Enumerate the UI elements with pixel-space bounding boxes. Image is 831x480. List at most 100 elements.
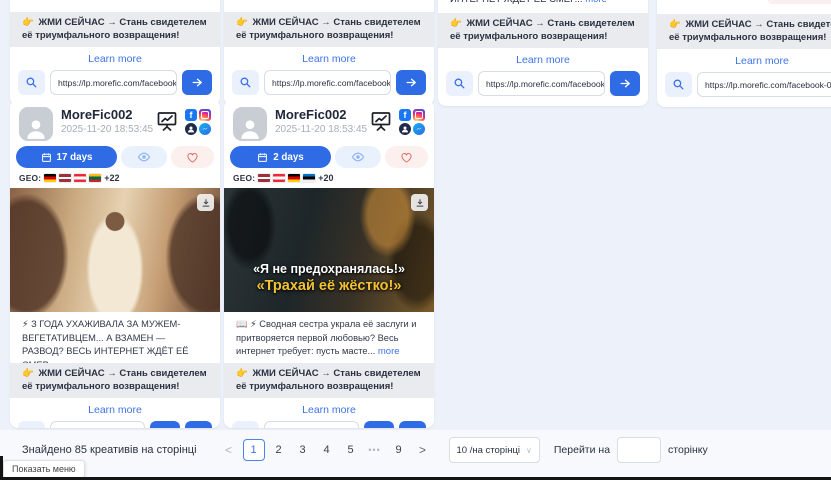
learn-more-link[interactable]: Learn more <box>438 48 648 71</box>
download-icon <box>415 198 425 208</box>
learn-more-link[interactable]: Learn more <box>224 47 434 70</box>
headline-text: ЖМИ СЕЙЧАС → Стань свидетелем её триумфа… <box>22 368 207 392</box>
landing-url-input[interactable]: https://lp.morefic.com/facebook-0iHH <box>264 421 359 428</box>
learn-more-link[interactable]: Learn more <box>224 398 434 421</box>
advertiser-name[interactable]: MoreFic002 <box>275 107 369 123</box>
url-row: https://lp.morefic.com/facebook-0iHH <box>224 421 434 428</box>
learn-more-link[interactable]: Learn more <box>10 47 220 70</box>
board-chart-icon[interactable] <box>369 109 393 133</box>
board-chart-icon[interactable] <box>155 109 179 133</box>
learn-more-link[interactable]: Learn more <box>657 49 831 72</box>
days-active-button[interactable]: 2 days <box>230 146 331 168</box>
ad-card-partial-2: 👉 ЖМИ СЕЙЧАС → Стань свидетелем её триум… <box>224 0 434 105</box>
pagination-page-1[interactable]: 1 <box>243 439 265 461</box>
flag-at-icon <box>74 174 86 182</box>
creative-image[interactable] <box>10 188 220 312</box>
search-url-button[interactable] <box>232 70 259 95</box>
url-row: https://lp.morefic.com/facebook-0iHH <box>10 421 220 428</box>
search-url-button[interactable] <box>18 421 45 428</box>
geo-row: GEO: +20 <box>233 173 425 183</box>
landing-url-input[interactable]: https://lp.morefic.com/facebook-0iHH0v02… <box>50 70 177 95</box>
download-creative-button[interactable] <box>185 421 212 428</box>
advertiser-name[interactable]: MoreFic002 <box>61 107 155 123</box>
calendar-icon <box>257 152 268 163</box>
pagination-page-4[interactable]: 4 <box>317 444 337 456</box>
page-size-value: 10 /на сторінці <box>457 445 521 456</box>
messenger-icon <box>199 123 211 135</box>
pagination-page-3[interactable]: 3 <box>293 444 313 456</box>
landing-url-input[interactable]: https://lp.morefic.com/facebook-0iHH0v02… <box>478 71 605 96</box>
advertiser-info: MoreFic002 2025-11-20 18:53:45 <box>53 107 155 136</box>
pagination-page-9[interactable]: 9 <box>389 444 409 456</box>
favorite-heart-button[interactable] <box>385 146 428 168</box>
search-url-button[interactable] <box>446 71 473 96</box>
headline-text: ЖМИ СЕЙЧАС → Стань свидетелем её триумфа… <box>669 19 831 43</box>
download-creative-button[interactable] <box>399 421 426 428</box>
results-count-text: Знайдено 85 креативів на сторінці <box>22 444 197 456</box>
pagination-ellipsis[interactable]: ••• <box>365 445 385 455</box>
pagination-next-button[interactable]: > <box>413 443 433 457</box>
headline-text: ЖМИ СЕЙЧАС → Стань свидетелем её триумфа… <box>236 17 421 41</box>
pagination-page-5[interactable]: 5 <box>341 444 361 456</box>
open-url-button[interactable] <box>396 70 426 95</box>
headline-text: ЖМИ СЕЙЧАС → Стань свидетелем её триумфа… <box>450 18 635 42</box>
pointing-finger-icon: 👉 <box>22 17 34 28</box>
creative-image[interactable]: «Я не предохранялась!» «Трахай её жёстко… <box>224 188 434 312</box>
download-icon <box>193 428 205 429</box>
search-icon <box>453 77 466 90</box>
days-active-label: 17 days <box>57 152 93 163</box>
more-link[interactable]: more <box>378 346 400 357</box>
open-url-button[interactable] <box>610 71 640 96</box>
show-menu-tooltip[interactable]: Показать меню <box>3 460 85 478</box>
goto-page-label: Перейти на <box>554 444 610 456</box>
more-link[interactable]: more <box>585 0 607 5</box>
flag-lv-icon <box>258 174 270 182</box>
creative-card-2: MoreFic002 2025-11-20 18:53:45 f 2 days … <box>224 100 434 428</box>
instagram-icon <box>199 109 211 121</box>
creative-timestamp: 2025-11-20 18:53:45 <box>61 123 155 136</box>
favorite-heart-button[interactable] <box>171 146 214 168</box>
headline-text: ЖМИ СЕЙЧАС → Стань свидетелем её триумфа… <box>22 17 207 41</box>
page-size-select[interactable]: 10 /на сторінці ∨ <box>449 437 540 463</box>
search-url-button[interactable] <box>232 421 259 428</box>
learn-more-link[interactable]: Learn more <box>10 398 220 421</box>
geo-more-count[interactable]: +20 <box>318 173 333 183</box>
creative-text: ⚡ З ГОДА УХАЖИВАЛА ЗА МУЖЕМ-ВЕГЕТАТИВЦЕМ… <box>10 312 220 363</box>
facebook-icon: f <box>399 109 411 121</box>
pagination-page-2[interactable]: 2 <box>269 444 289 456</box>
open-url-button[interactable] <box>150 421 180 428</box>
goto-page-input[interactable] <box>617 437 661 463</box>
search-url-button[interactable] <box>665 72 692 97</box>
creative-timestamp: 2025-11-20 18:53:45 <box>275 123 369 136</box>
favorite-heart-button-partial[interactable] <box>767 0 831 4</box>
eye-icon <box>137 150 151 164</box>
creative-text: 📖 ⚡ Сводная сестра украла её заслуги и п… <box>224 312 434 363</box>
preview-eye-button[interactable] <box>121 146 167 168</box>
search-url-button[interactable] <box>18 70 45 95</box>
download-image-button[interactable] <box>197 194 214 211</box>
search-icon <box>25 427 38 428</box>
pagination-prev-button[interactable]: < <box>219 443 239 457</box>
ad-cta-headline: 👉 ЖМИ СЕЙЧАС → Стань свидетелем её триум… <box>657 14 831 49</box>
calendar-icon <box>41 152 52 163</box>
landing-url-input[interactable]: https://lp.morefic.com/facebook-0iHH0v02… <box>697 72 831 97</box>
goto-page-group: Перейти на сторінку <box>554 437 708 463</box>
arrow-right-icon <box>405 76 418 89</box>
days-active-button[interactable]: 17 days <box>16 146 117 168</box>
geo-more-count[interactable]: +22 <box>104 173 119 183</box>
landing-url-input[interactable]: https://lp.morefic.com/facebook-0iHH0v02… <box>264 70 391 95</box>
ad-spy-library-screen: 👉 ЖМИ СЕЙЧАС → Стань свидетелем её триум… <box>0 0 831 480</box>
ad-card-partial-3: ИНТЕРНЕТ ЖДЁТ ЕЁ СМЕР... more 👉 ЖМИ СЕЙЧ… <box>438 0 648 106</box>
landing-url-text: https://lp.morefic.com/facebook-0iHH0v02… <box>58 78 177 88</box>
preview-eye-button[interactable] <box>335 146 381 168</box>
instagram-icon <box>413 109 425 121</box>
landing-url-input[interactable]: https://lp.morefic.com/facebook-0iHH <box>50 421 145 428</box>
arrow-right-icon <box>159 427 172 428</box>
person-icon <box>23 115 49 141</box>
ad-cta-headline: 👉 ЖМИ СЕЙЧАС → Стань свидетелем её триум… <box>224 363 434 398</box>
more-link[interactable]: more <box>57 360 79 364</box>
url-row: https://lp.morefic.com/facebook-0iHH0v02… <box>657 72 831 107</box>
open-url-button[interactable] <box>364 421 394 428</box>
open-url-button[interactable] <box>182 70 212 95</box>
download-image-button[interactable] <box>411 194 428 211</box>
